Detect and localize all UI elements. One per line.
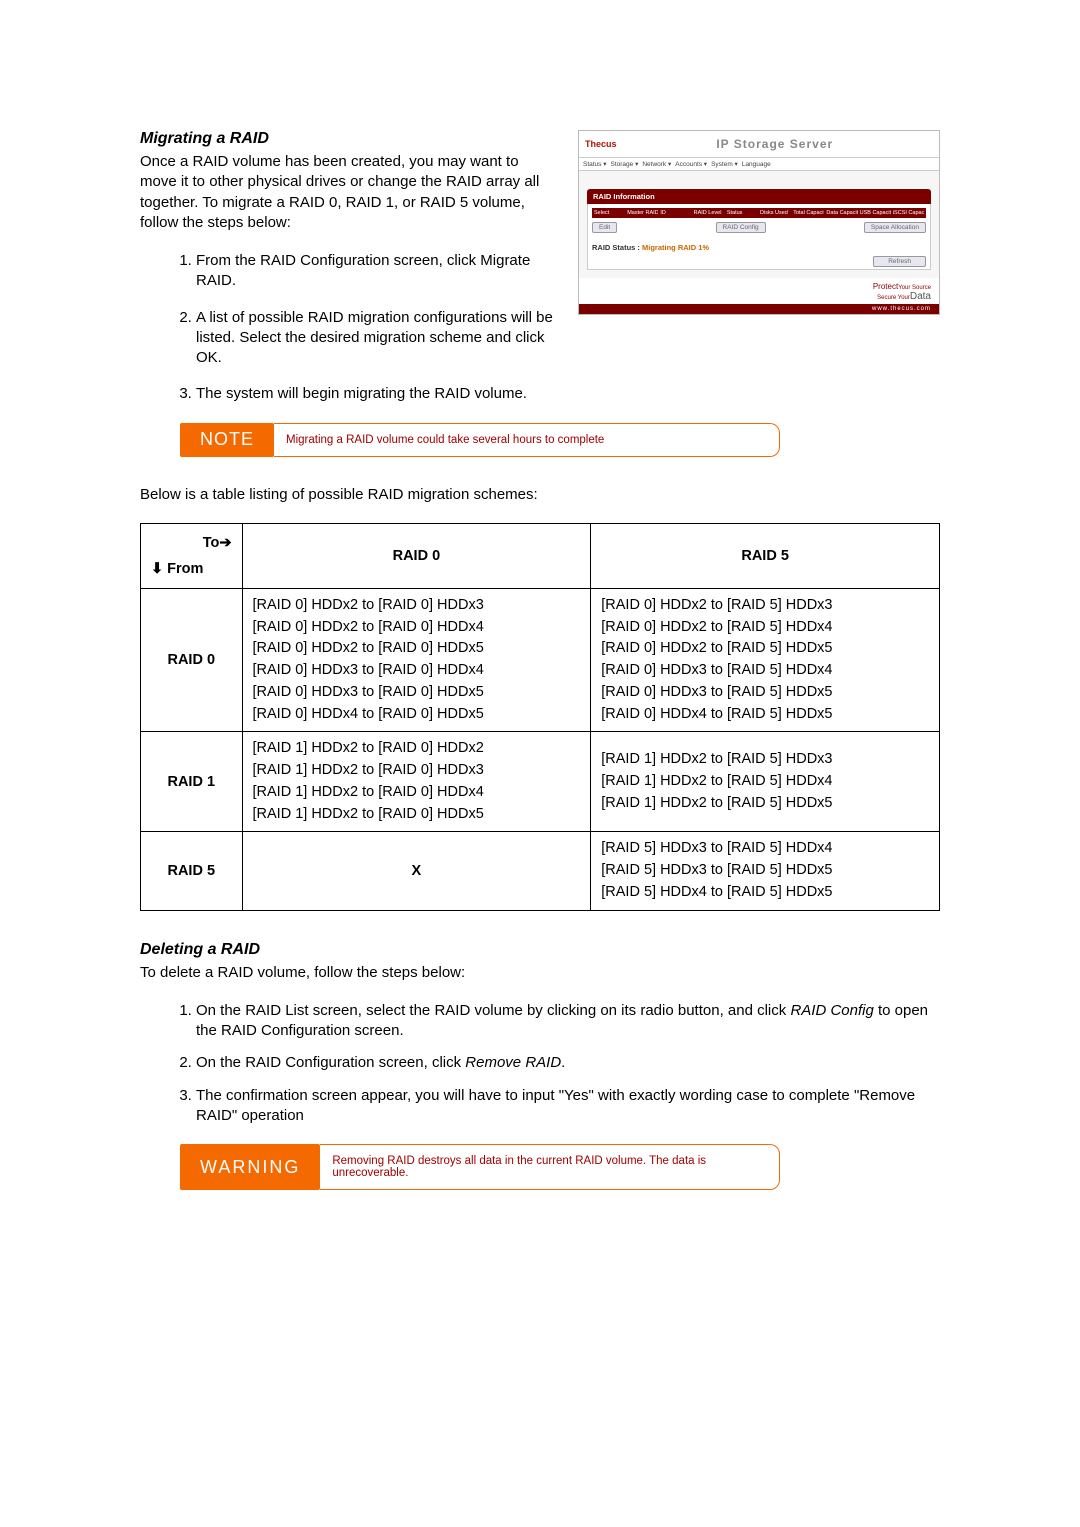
raid-info-screenshot: Thecus IP Storage Server Status ▾ Storag…: [578, 130, 940, 315]
raid-status: RAID Status : Migrating RAID 1%: [592, 243, 926, 252]
raid-config-button[interactable]: RAID Config: [716, 222, 766, 233]
menu-status[interactable]: Status ▾: [583, 160, 607, 168]
migration-table-intro: Below is a table listing of possible RAI…: [140, 485, 940, 505]
cell-raid5-to-raid0: X: [242, 832, 591, 910]
cell-raid1-to-raid5: [RAID 1] HDDx2 to [RAID 5] HDDx3[RAID 1]…: [591, 732, 940, 832]
menu-language[interactable]: Language: [742, 161, 771, 168]
menu-system[interactable]: System ▾: [711, 160, 738, 168]
cell-raid5-to-raid5: [RAID 5] HDDx3 to [RAID 5] HDDx4[RAID 5]…: [591, 832, 940, 910]
raid-table-columns: Select Master RAID ID RAID Level Status …: [592, 208, 926, 218]
migrating-step-3: The system will begin migrating the RAID…: [196, 384, 940, 404]
migrating-step-2: A list of possible RAID migration config…: [196, 308, 940, 369]
menu-storage[interactable]: Storage ▾: [611, 160, 639, 168]
cell-raid0-to-raid5: [RAID 0] HDDx2 to [RAID 5] HDDx3[RAID 0]…: [591, 588, 940, 732]
warning-callout: WARNING Removing RAID destroys all data …: [180, 1144, 780, 1190]
col-header-raid5: RAID 5: [591, 523, 940, 588]
warning-badge: WARNING: [180, 1144, 320, 1190]
menu-accounts[interactable]: Accounts ▾: [675, 160, 707, 168]
deleting-step-2: On the RAID Configuration screen, click …: [196, 1053, 940, 1073]
deleting-raid-steps: On the RAID List screen, select the RAID…: [140, 1001, 940, 1126]
device-footer-tagline: ProtectYour Source Secure YourData: [579, 278, 939, 304]
note-badge: NOTE: [180, 423, 274, 457]
row-header-raid5: RAID 5: [141, 832, 243, 910]
device-footer-url: www.thecus.com: [579, 304, 939, 314]
deleting-raid-intro: To delete a RAID volume, follow the step…: [140, 963, 940, 983]
menu-network[interactable]: Network ▾: [642, 160, 671, 168]
deleting-step-3: The confirmation screen appear, you will…: [196, 1086, 940, 1127]
table-row: RAID 0 [RAID 0] HDDx2 to [RAID 0] HDDx3[…: [141, 588, 940, 732]
device-logo: Thecus: [585, 139, 617, 149]
edit-button[interactable]: Edit: [592, 222, 617, 233]
col-header-raid0: RAID 0: [242, 523, 591, 588]
device-menubar: Status ▾ Storage ▾ Network ▾ Accounts ▾ …: [579, 157, 939, 171]
raid-info-header: RAID Information: [587, 189, 931, 204]
table-corner: To➔ ⬇ From: [141, 523, 243, 588]
row-header-raid1: RAID 1: [141, 732, 243, 832]
refresh-button[interactable]: Refresh: [873, 256, 926, 267]
note-callout: NOTE Migrating a RAID volume could take …: [180, 423, 780, 457]
warning-message: Removing RAID destroys all data in the c…: [320, 1144, 780, 1190]
deleting-raid-heading: Deleting a RAID: [140, 941, 940, 959]
device-title: IP Storage Server: [617, 137, 933, 151]
table-row: RAID 5 X [RAID 5] HDDx3 to [RAID 5] HDDx…: [141, 832, 940, 910]
row-header-raid0: RAID 0: [141, 588, 243, 732]
cell-raid0-to-raid0: [RAID 0] HDDx2 to [RAID 0] HDDx3[RAID 0]…: [242, 588, 591, 732]
table-row: RAID 1 [RAID 1] HDDx2 to [RAID 0] HDDx2[…: [141, 732, 940, 832]
note-message: Migrating a RAID volume could take sever…: [274, 423, 780, 457]
raid-migration-table: To➔ ⬇ From RAID 0 RAID 5 RAID 0 [RAID 0]…: [140, 523, 940, 911]
cell-raid1-to-raid0: [RAID 1] HDDx2 to [RAID 0] HDDx2[RAID 1]…: [242, 732, 591, 832]
space-alloc-button[interactable]: Space Allocation: [864, 222, 926, 233]
deleting-step-1: On the RAID List screen, select the RAID…: [196, 1001, 940, 1042]
